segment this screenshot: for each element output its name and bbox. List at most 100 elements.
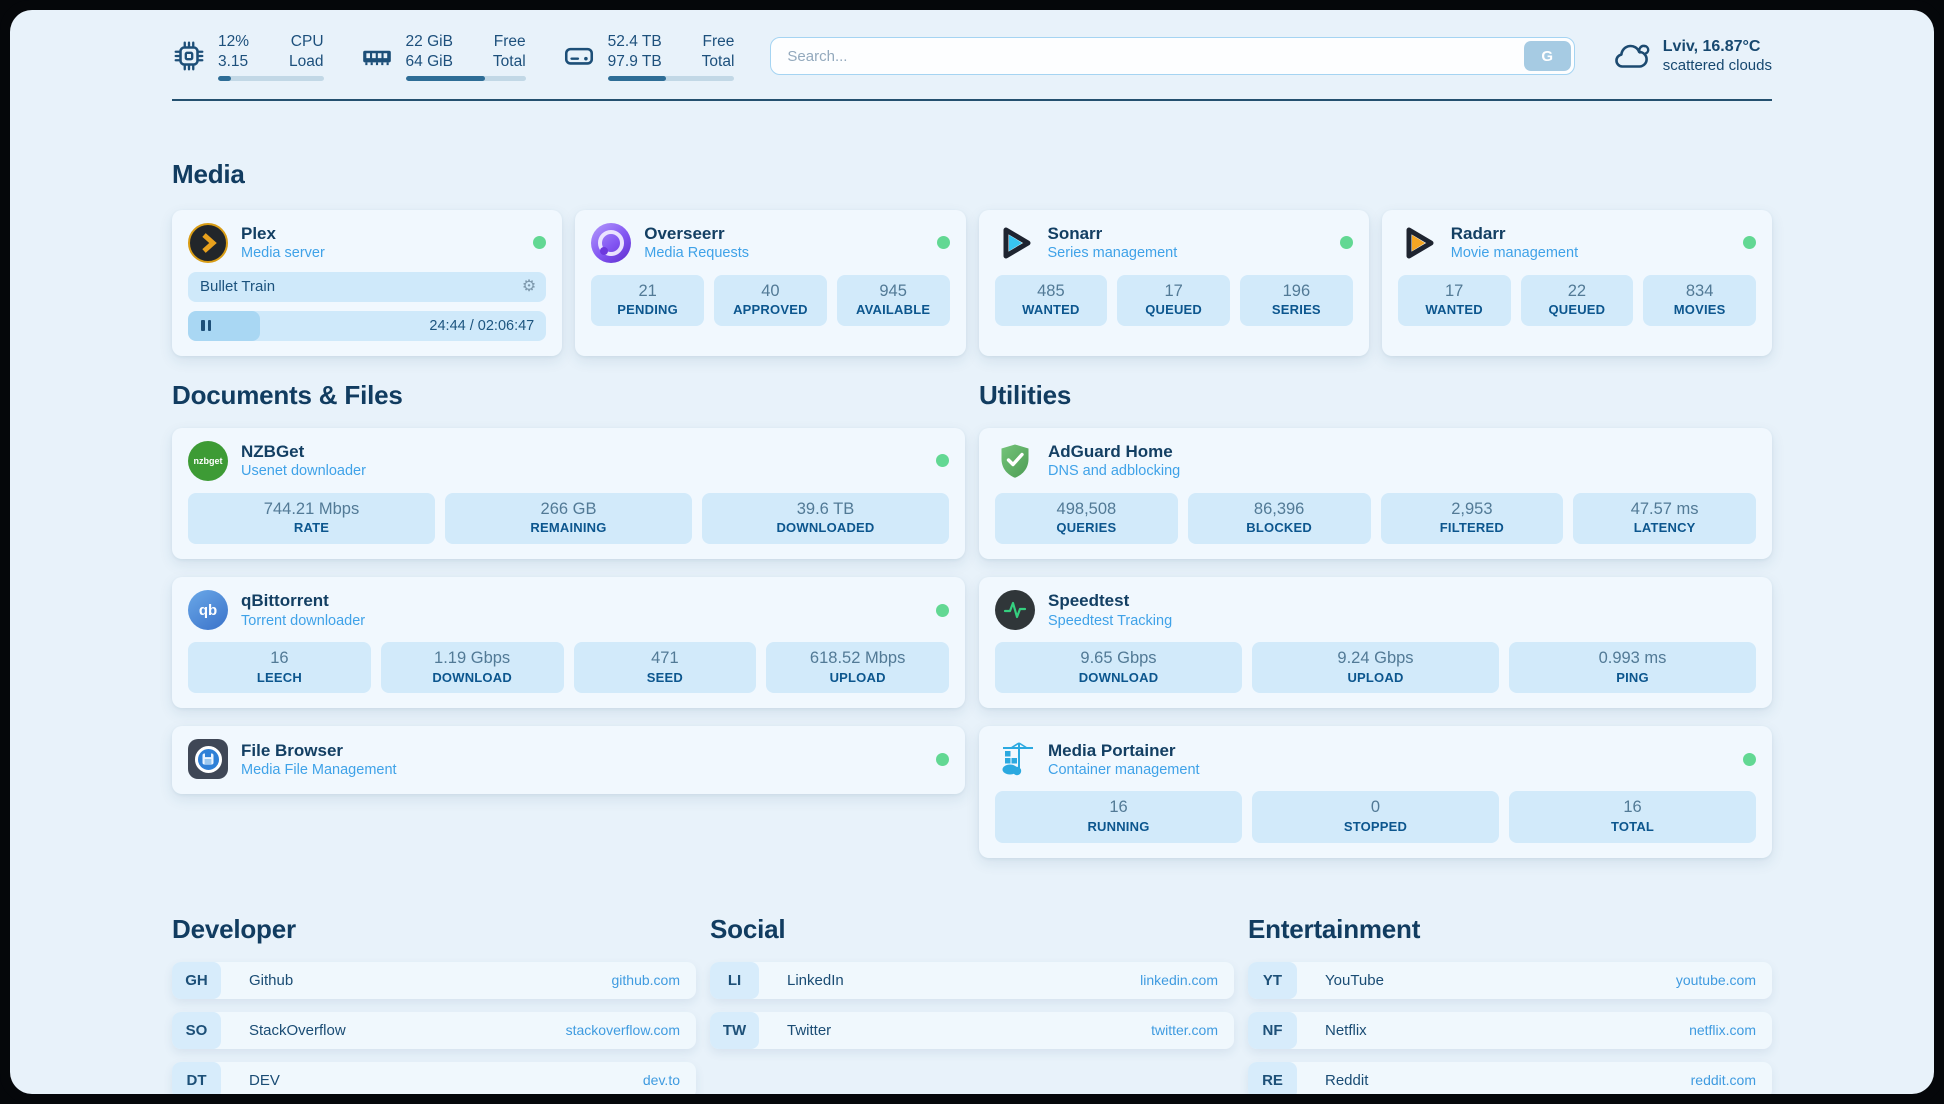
- stat-pill: 40 APPROVED: [714, 275, 827, 326]
- link-url: github.com: [612, 972, 680, 988]
- cpu-label: CPU: [289, 32, 323, 52]
- cloud-icon: [1611, 39, 1651, 73]
- media-grid: Plex Media server Bullet Train ⚙ 24:44 /…: [172, 210, 1772, 356]
- link-name: Twitter: [787, 1022, 831, 1039]
- stat-label: REMAINING: [447, 520, 690, 537]
- filebrowser-card[interactable]: File Browser Media File Management: [172, 726, 965, 794]
- developer-links-column: Developer GH Github github.com SO StackO…: [172, 914, 696, 1094]
- stat-pill: 22 QUEUED: [1521, 275, 1634, 326]
- stat-value: 1.19 Gbps: [383, 648, 562, 669]
- portainer-card[interactable]: Media Portainer Container management 16 …: [979, 726, 1772, 857]
- link-url: stackoverflow.com: [566, 1022, 680, 1038]
- stat-value: 834: [1645, 281, 1754, 302]
- disk-total-label: Total: [702, 52, 735, 72]
- nzbget-card[interactable]: nzbget NZBGet Usenet downloader 744.21 M…: [172, 428, 965, 559]
- pause-icon[interactable]: [201, 320, 211, 331]
- app-subtitle: Media File Management: [241, 761, 397, 779]
- stat-pill: 498,508 QUERIES: [995, 493, 1178, 544]
- hard-drive-icon: [562, 39, 596, 73]
- link-row-youtube[interactable]: YT YouTube youtube.com: [1248, 962, 1772, 999]
- card-header: Plex Media server: [188, 223, 546, 263]
- stat-label: QUEUED: [1119, 302, 1228, 319]
- sonarr-card[interactable]: Sonarr Series management 485 WANTED 17 Q…: [979, 210, 1369, 356]
- status-dot: [1743, 753, 1756, 766]
- link-name: Github: [249, 972, 293, 989]
- utilities-section-title: Utilities: [979, 380, 1772, 411]
- stat-value: 16: [997, 797, 1240, 818]
- disk-progress-bar: [608, 76, 735, 81]
- cpu-progress-fill: [218, 76, 231, 81]
- google-search-button[interactable]: G: [1524, 41, 1571, 71]
- app-subtitle: Torrent downloader: [241, 612, 365, 630]
- stat-pill: 86,396 BLOCKED: [1188, 493, 1371, 544]
- status-dot: [533, 236, 546, 249]
- hardware-stats: 12% 3.15 CPU Load: [172, 32, 734, 81]
- stat-value: 945: [839, 281, 948, 302]
- link-row-stackoverflow[interactable]: SO StackOverflow stackoverflow.com: [172, 1012, 696, 1049]
- link-row-github[interactable]: GH Github github.com: [172, 962, 696, 999]
- media-section-title: Media: [172, 159, 1772, 190]
- stat-label: DOWNLOADED: [704, 520, 947, 537]
- stats-row: 16 LEECH 1.19 Gbps DOWNLOAD 471 SEED: [188, 642, 949, 693]
- app-name: Media Portainer: [1048, 740, 1200, 761]
- link-name: Netflix: [1325, 1022, 1367, 1039]
- link-row-linkedin[interactable]: LI LinkedIn linkedin.com: [710, 962, 1234, 999]
- stat-value: 266 GB: [447, 499, 690, 520]
- card-header: Radarr Movie management: [1398, 223, 1756, 263]
- card-header: AdGuard Home DNS and adblocking: [995, 441, 1756, 481]
- qbittorrent-card[interactable]: qb qBittorrent Torrent downloader 16: [172, 577, 965, 708]
- stat-label: WANTED: [1400, 302, 1509, 319]
- adguard-card[interactable]: AdGuard Home DNS and adblocking 498,508 …: [979, 428, 1772, 559]
- stat-label: QUEUED: [1523, 302, 1632, 319]
- stats-row: 16 RUNNING 0 STOPPED 16 TOTAL: [995, 791, 1756, 842]
- ram-icon: [360, 39, 394, 73]
- playback-time: 24:44 / 02:06:47: [429, 311, 534, 341]
- stat-pill: 16 RUNNING: [995, 791, 1242, 842]
- stat-pill: 485 WANTED: [995, 275, 1108, 326]
- stat-value: 47.57 ms: [1575, 499, 1754, 520]
- stat-pill: 16 LEECH: [188, 642, 371, 693]
- stat-value: 498,508: [997, 499, 1176, 520]
- link-name: StackOverflow: [249, 1022, 346, 1039]
- stat-label: RUNNING: [997, 819, 1240, 836]
- radarr-card[interactable]: Radarr Movie management 17 WANTED 22 QUE…: [1382, 210, 1772, 356]
- disk-free-value: 52.4 TB: [608, 32, 662, 52]
- top-bar: 12% 3.15 CPU Load: [172, 10, 1772, 101]
- disk-widget: 52.4 TB 97.9 TB Free Total: [562, 32, 735, 81]
- stat-pill: 39.6 TB DOWNLOADED: [702, 493, 949, 544]
- documents-section-title: Documents & Files: [172, 380, 965, 411]
- disk-total-value: 97.9 TB: [608, 52, 662, 72]
- stat-pill: 16 TOTAL: [1509, 791, 1756, 842]
- search-input[interactable]: [770, 37, 1574, 75]
- stat-pill: 471 SEED: [574, 642, 757, 693]
- link-badge: TW: [710, 1012, 759, 1049]
- stats-row: 9.65 Gbps DOWNLOAD 9.24 Gbps UPLOAD 0.99…: [995, 642, 1756, 693]
- link-row-reddit[interactable]: RE Reddit reddit.com: [1248, 1062, 1772, 1094]
- weather-location-temp: Lviv, 16.87°C: [1663, 38, 1772, 56]
- app-name: qBittorrent: [241, 590, 365, 611]
- app-subtitle: Series management: [1048, 244, 1178, 262]
- dashboard-content: Media Plex Media server Bullet Train ⚙: [10, 159, 1934, 1094]
- dashboard-screen: 12% 3.15 CPU Load: [10, 10, 1934, 1094]
- app-name: Sonarr: [1048, 223, 1178, 244]
- radarr-icon: [1398, 223, 1438, 263]
- link-row-netflix[interactable]: NF Netflix netflix.com: [1248, 1012, 1772, 1049]
- link-url: netflix.com: [1689, 1022, 1756, 1038]
- card-header: Sonarr Series management: [995, 223, 1353, 263]
- nzbget-logo-text: nzbget: [194, 456, 223, 466]
- link-row-dev[interactable]: DT DEV dev.to: [172, 1062, 696, 1094]
- speedtest-card[interactable]: Speedtest Speedtest Tracking 9.65 Gbps D…: [979, 577, 1772, 708]
- stat-value: 9.65 Gbps: [997, 648, 1240, 669]
- link-name: LinkedIn: [787, 972, 844, 989]
- overseerr-card[interactable]: Overseerr Media Requests 21 PENDING 40 A…: [575, 210, 965, 356]
- overseerr-icon: [591, 223, 631, 263]
- card-header: Overseerr Media Requests: [591, 223, 949, 263]
- gear-icon[interactable]: ⚙: [522, 279, 536, 295]
- nzbget-icon: nzbget: [188, 441, 228, 481]
- link-row-twitter[interactable]: TW Twitter twitter.com: [710, 1012, 1234, 1049]
- filebrowser-icon: [188, 739, 228, 779]
- cpu-progress-bar: [218, 76, 324, 81]
- stat-pill: 9.65 Gbps DOWNLOAD: [995, 642, 1242, 693]
- load-label: Load: [289, 52, 323, 72]
- plex-card[interactable]: Plex Media server Bullet Train ⚙ 24:44 /…: [172, 210, 562, 356]
